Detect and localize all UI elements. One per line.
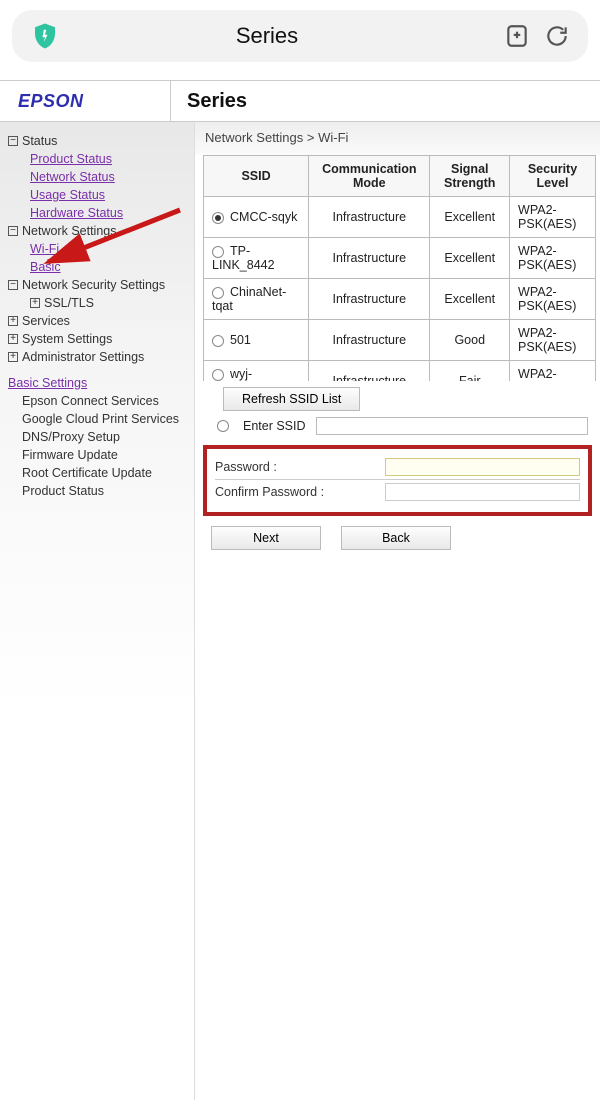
sidebar-group-services[interactable]: + Services: [8, 312, 188, 330]
table-row[interactable]: 501 InfrastructureGoodWPA2-PSK(AES): [204, 320, 596, 361]
next-button[interactable]: Next: [211, 526, 321, 550]
breadcrumb: Network Settings > Wi-Fi: [195, 122, 600, 155]
browser-topbar: Series: [12, 10, 588, 62]
password-label: Password :: [215, 460, 385, 474]
security-cell: WPA2-PSK(AES): [510, 197, 596, 238]
sidebar-item-root-certificate-update[interactable]: Root Certificate Update: [22, 464, 188, 482]
sidebar-group-label: Administrator Settings: [22, 350, 144, 364]
table-row[interactable]: ChinaNet-tqatInfrastructureExcellentWPA2…: [204, 279, 596, 320]
sidebar-item-basic[interactable]: Basic: [30, 258, 188, 276]
confirm-password-label: Confirm Password :: [215, 485, 385, 499]
collapse-icon[interactable]: −: [8, 136, 18, 146]
collapse-icon[interactable]: −: [8, 226, 18, 236]
ssid-radio[interactable]: [212, 246, 224, 258]
sidebar-basic-settings-heading[interactable]: Basic Settings: [8, 374, 188, 392]
signal-cell: Fair: [430, 361, 510, 382]
signal-cell: Excellent: [430, 279, 510, 320]
page-title: Series: [171, 90, 247, 113]
sidebar-group-system-settings[interactable]: + System Settings: [8, 330, 188, 348]
table-header: Communication Mode: [309, 156, 430, 197]
sidebar-item-epson-connect-services[interactable]: Epson Connect Services: [22, 392, 188, 410]
password-highlight-box: Password : Confirm Password :: [203, 445, 592, 516]
signal-cell: Excellent: [430, 197, 510, 238]
sidebar-item-google-cloud-print-services[interactable]: Google Cloud Print Services: [22, 410, 188, 428]
sidebar-item-dns-proxy-setup[interactable]: DNS/Proxy Setup: [22, 428, 188, 446]
enter-ssid-radio[interactable]: [217, 420, 229, 432]
sidebar-group-admin-settings[interactable]: + Administrator Settings: [8, 348, 188, 366]
content-pane: Network Settings > Wi-Fi SSIDCommunicati…: [195, 122, 600, 1100]
ssid-name: CMCC-sqyk: [230, 210, 297, 224]
expand-icon[interactable]: +: [8, 352, 18, 362]
epson-logo: EPSON: [0, 91, 170, 112]
sidebar-group-label: Status: [22, 134, 57, 148]
expand-icon[interactable]: +: [8, 316, 18, 326]
ssid-table: SSIDCommunication ModeSignal StrengthSec…: [203, 155, 596, 381]
refresh-ssid-button[interactable]: Refresh SSID List: [223, 387, 360, 411]
mode-cell: Infrastructure: [309, 197, 430, 238]
ssid-cell[interactable]: 501: [204, 320, 309, 361]
collapse-icon[interactable]: −: [8, 280, 18, 290]
back-button[interactable]: Back: [341, 526, 451, 550]
sidebar-item-firmware-update[interactable]: Firmware Update: [22, 446, 188, 464]
sidebar-group-network-security[interactable]: −Network Security Settings: [8, 276, 188, 294]
security-cell: WPA2-PSK(AES): [510, 320, 596, 361]
table-row[interactable]: TP-LINK_8442InfrastructureExcellentWPA2-…: [204, 238, 596, 279]
mode-cell: Infrastructure: [309, 361, 430, 382]
ssid-cell[interactable]: CMCC-sqyk: [204, 197, 309, 238]
ssid-cell[interactable]: TP-LINK_8442: [204, 238, 309, 279]
mode-cell: Infrastructure: [309, 320, 430, 361]
confirm-password-input[interactable]: [385, 483, 580, 501]
security-cell: WPA2-PSK(AES): [510, 238, 596, 279]
security-cell: WPA2-PSK(AES): [510, 361, 596, 382]
table-row[interactable]: wyj-Xiaomi_4CD6InfrastructureFairWPA2-PS…: [204, 361, 596, 382]
ssid-radio[interactable]: [212, 335, 224, 347]
ssid-name: 501: [230, 333, 251, 347]
signal-cell: Good: [430, 320, 510, 361]
sidebar-group-label: Services: [22, 314, 70, 328]
sidebar-item-usage-status[interactable]: Usage Status: [30, 186, 188, 204]
mode-cell: Infrastructure: [309, 279, 430, 320]
ssid-radio[interactable]: [212, 287, 224, 299]
ssid-cell[interactable]: ChinaNet-tqat: [204, 279, 309, 320]
expand-icon[interactable]: +: [8, 334, 18, 344]
table-header: Security Level: [510, 156, 596, 197]
table-header: Signal Strength: [430, 156, 510, 197]
sidebar-item-network-status[interactable]: Network Status: [30, 168, 188, 186]
reload-icon[interactable]: [544, 23, 570, 49]
sidebar-group-status[interactable]: −Status: [8, 132, 188, 150]
ssid-radio[interactable]: [212, 369, 224, 381]
sidebar-item-ssl-tls[interactable]: + SSL/TLS: [30, 294, 188, 312]
sidebar-item-product-status[interactable]: Product Status: [30, 150, 188, 168]
table-header: SSID: [204, 156, 309, 197]
signal-cell: Excellent: [430, 238, 510, 279]
sidebar-group-label: System Settings: [22, 332, 112, 346]
sidebar-group-network-settings[interactable]: −Network Settings: [8, 222, 188, 240]
page-header: EPSON Series: [0, 80, 600, 122]
security-cell: WPA2-PSK(AES): [510, 279, 596, 320]
sidebar-item-product-status[interactable]: Product Status: [22, 482, 188, 500]
sidebar-item-label: SSL/TLS: [44, 296, 94, 310]
mode-cell: Infrastructure: [309, 238, 430, 279]
enter-ssid-input[interactable]: [316, 417, 588, 435]
table-row[interactable]: CMCC-sqyk InfrastructureExcellentWPA2-PSK…: [204, 197, 596, 238]
ssid-radio[interactable]: [212, 212, 224, 224]
sidebar-item-wi-fi[interactable]: Wi-Fi: [30, 240, 188, 258]
password-input[interactable]: [385, 458, 580, 476]
sidebar-item-hardware-status[interactable]: Hardware Status: [30, 204, 188, 222]
expand-icon[interactable]: +: [30, 298, 40, 308]
ssid-cell[interactable]: wyj-Xiaomi_4CD6: [204, 361, 309, 382]
topbar-title: Series: [44, 23, 490, 49]
sidebar-group-label: Network Security Settings: [22, 278, 165, 292]
sidebar-group-label: Network Settings: [22, 224, 116, 238]
sidebar: −StatusProduct StatusNetwork StatusUsage…: [0, 122, 195, 1100]
enter-ssid-label: Enter SSID: [243, 419, 306, 433]
bookmark-add-icon[interactable]: [504, 23, 530, 49]
